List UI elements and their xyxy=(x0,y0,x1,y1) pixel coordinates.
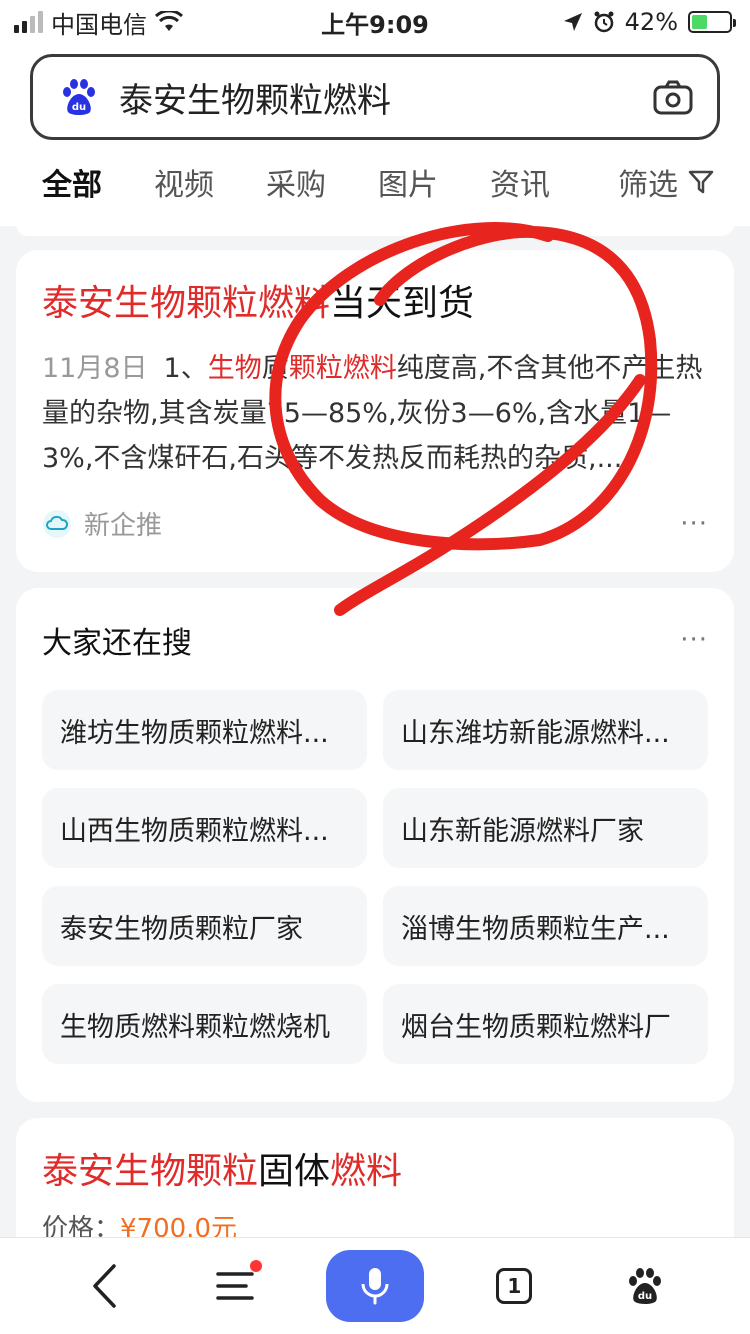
snippet-highlight: 生物 xyxy=(207,353,262,384)
result-date: 11月8日 xyxy=(42,353,148,384)
home-button[interactable]: du xyxy=(605,1256,685,1316)
wifi-icon xyxy=(155,11,183,31)
related-searches-header: 大家还在搜 ··· xyxy=(42,618,708,662)
carrier-label: 中国电信 xyxy=(51,10,147,39)
notification-dot xyxy=(249,1260,262,1272)
status-left: 中国电信 xyxy=(14,5,183,40)
result-title-highlight: 泰安生物颗粒 xyxy=(42,1151,259,1192)
menu-icon xyxy=(215,1272,254,1300)
search-result-card[interactable]: 泰安生物颗粒燃料当天到货 11月8日 1、生物质颗粒燃料纯度高,不含其他不产生热量… xyxy=(16,250,734,572)
back-button[interactable] xyxy=(65,1256,145,1316)
result-source[interactable]: 新企推 xyxy=(84,505,162,542)
snippet-prefix: 1、 xyxy=(163,353,208,384)
svg-text:du: du xyxy=(72,102,86,113)
result-title[interactable]: 泰安生物颗粒固体燃料 xyxy=(42,1148,708,1196)
previous-card-edge xyxy=(16,212,734,236)
tabs-button[interactable]: 1 xyxy=(474,1256,554,1316)
more-options-icon[interactable]: ··· xyxy=(680,625,708,655)
search-input[interactable]: 泰安生物颗粒燃料 xyxy=(119,73,653,122)
battery-icon xyxy=(688,11,736,33)
result-source-row: 新企推 ··· xyxy=(42,505,708,542)
related-search-item[interactable]: 淄博生物质颗粒生产... xyxy=(383,886,708,966)
microphone-icon xyxy=(361,1268,389,1305)
result-title-rest: 当天到货 xyxy=(330,283,475,324)
camera-icon[interactable] xyxy=(653,79,693,115)
filter-label: 筛选 xyxy=(618,168,678,203)
related-search-item[interactable]: 山东新能源燃料厂家 xyxy=(383,788,708,868)
menu-button[interactable] xyxy=(196,1256,276,1316)
filter-button[interactable]: 筛选 xyxy=(618,160,714,204)
result-snippet: 11月8日 1、生物质颗粒燃料纯度高,不含其他不产生热量的杂物,其含炭量75—85… xyxy=(42,346,708,481)
location-icon xyxy=(563,13,582,31)
status-time: 上午9:09 xyxy=(321,10,429,39)
chevron-left-icon xyxy=(93,1264,116,1308)
related-searches-card: 大家还在搜 ··· 潍坊生物质颗粒燃料... 山东潍坊新能源燃料... 山西生物… xyxy=(16,588,734,1102)
funnel-icon xyxy=(688,170,714,194)
related-search-item[interactable]: 山东潍坊新能源燃料... xyxy=(383,690,708,770)
result-title-rest: 固体 xyxy=(258,1151,331,1192)
related-search-item[interactable]: 潍坊生物质颗粒燃料... xyxy=(42,690,367,770)
more-options-icon[interactable]: ··· xyxy=(680,509,708,539)
baidu-paw-icon: du xyxy=(628,1268,661,1304)
related-search-item[interactable]: 生物质燃料颗粒燃烧机 xyxy=(42,984,367,1064)
related-search-item[interactable]: 山西生物质颗粒燃料... xyxy=(42,788,367,868)
svg-text:du: du xyxy=(638,1291,652,1302)
status-bar: 中国电信 上午9:09 42% xyxy=(0,0,750,44)
related-searches-grid: 潍坊生物质颗粒燃料... 山东潍坊新能源燃料... 山西生物质颗粒燃料... 山… xyxy=(42,690,708,1064)
snippet-text: 质 xyxy=(261,353,289,384)
tab-count-badge: 1 xyxy=(496,1268,533,1304)
related-search-item[interactable]: 泰安生物质颗粒厂家 xyxy=(42,886,367,966)
search-box[interactable]: du 泰安生物颗粒燃料 xyxy=(30,54,720,140)
snippet-highlight: 颗粒燃料 xyxy=(288,353,397,384)
related-search-item[interactable]: 烟台生物质颗粒燃料厂 xyxy=(383,984,708,1064)
battery-percent: 42% xyxy=(624,8,678,36)
voice-search-button[interactable] xyxy=(325,1250,424,1322)
battery-fill xyxy=(692,15,708,29)
related-searches-title: 大家还在搜 xyxy=(42,626,192,661)
baidu-paw-icon: du xyxy=(63,79,95,115)
cloud-icon xyxy=(43,509,71,538)
alarm-icon xyxy=(594,11,614,33)
result-title-highlight: 泰安生物颗粒燃料 xyxy=(42,283,331,324)
signal-icon xyxy=(14,11,43,33)
bottom-toolbar: 1 du xyxy=(0,1238,750,1334)
result-title[interactable]: 泰安生物颗粒燃料当天到货 xyxy=(42,280,708,328)
status-right: 42% xyxy=(563,8,736,36)
header: du 泰安生物颗粒燃料 全部 视频 采购 图片 资讯 筛选 xyxy=(0,44,750,226)
result-title-highlight: 燃料 xyxy=(330,1151,403,1192)
